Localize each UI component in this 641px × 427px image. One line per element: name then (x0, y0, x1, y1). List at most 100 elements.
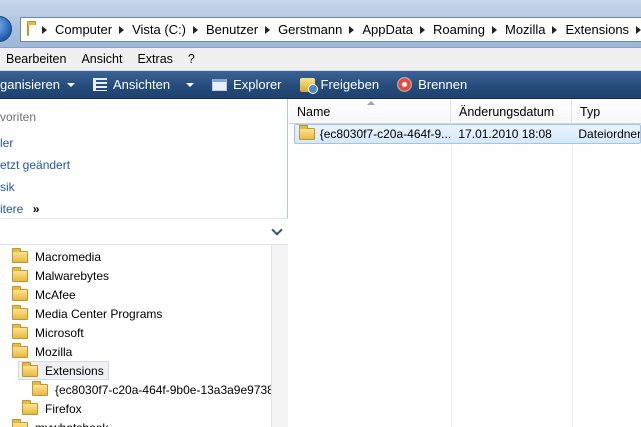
sort-arrow-icon (367, 101, 375, 105)
open-folder-icon (22, 361, 38, 377)
tree-item-label: Mozilla (35, 344, 73, 359)
command-bar: ganisieren Ansichten Explorer Freigeben … (0, 71, 641, 99)
tree-item-label: {ec8030f7-c20a-464f-9b0e-13a3a9e97384} (55, 382, 285, 397)
explorer-button[interactable]: Explorer (212, 77, 282, 92)
folder-icon (27, 20, 36, 36)
chevron-down-icon[interactable] (271, 224, 283, 236)
tree-item-label: mywhatshook (35, 421, 108, 427)
breadcrumb-arrow-icon[interactable] (119, 25, 125, 34)
tree-item-mozilla[interactable]: Mozilla (12, 342, 72, 361)
tree-item-macromedia[interactable]: Macromedia (12, 247, 101, 266)
tree-item-malwarebytes[interactable]: Malwarebytes (12, 266, 109, 285)
folder-icon (12, 247, 28, 263)
address-bar-area: Computer Vista (C:) Benutzer Gerstmann A… (0, 0, 641, 48)
column-header-date-label: Änderungsdatum (459, 104, 555, 119)
breadcrumb-computer[interactable]: Computer (55, 22, 112, 37)
column-header-type-label: Typ (580, 104, 601, 119)
file-name: {ec8030f7-c20a-464f-9... (319, 127, 451, 141)
menu-view[interactable]: Ansicht (81, 52, 122, 66)
breadcrumb-arrow-icon[interactable] (349, 25, 355, 34)
favorite-link-recent[interactable]: etzt geändert (0, 158, 70, 172)
folder-icon (12, 304, 28, 320)
share-icon (299, 77, 318, 94)
tree-item-mcafee[interactable]: McAfee (12, 285, 76, 304)
favorite-link-music[interactable]: sik (0, 180, 15, 194)
file-list-pane: Name Änderungsdatum Typ {ec8030f7-c20a-4… (289, 99, 641, 427)
explorer-icon (212, 78, 228, 91)
tree-item-label: Malwarebytes (35, 268, 110, 283)
tree-item-media-center[interactable]: Media Center Programs (12, 304, 162, 323)
share-button[interactable]: Freigeben (299, 77, 380, 94)
menu-help[interactable]: ? (188, 52, 195, 66)
more-chevron-icon: » (32, 202, 40, 216)
breadcrumb-arrow-icon[interactable] (492, 25, 497, 34)
breadcrumb-arrow-icon[interactable] (419, 25, 425, 34)
tree-item-mywhatshook[interactable]: mywhatshook (12, 418, 108, 427)
column-header-type[interactable]: Typ (572, 99, 641, 124)
navigation-pane: voriten ler etzt geändert sik itere » Ma… (0, 99, 288, 427)
tree-item-label: McAfee (35, 287, 76, 302)
back-button[interactable] (0, 16, 12, 42)
burn-label: Brennen (418, 77, 468, 92)
file-date: 17.01.2010 18:08 (458, 127, 552, 141)
favorite-link-documents[interactable]: ler (0, 136, 13, 150)
breadcrumb-arrow-icon[interactable] (636, 25, 641, 34)
tree-item-label: Extensions (45, 363, 104, 378)
tree-item-firefox[interactable]: Firefox (22, 399, 82, 418)
burn-button[interactable]: Brennen (397, 77, 467, 92)
address-field[interactable]: Computer Vista (C:) Benutzer Gerstmann A… (20, 17, 641, 42)
folder-icon (299, 125, 315, 140)
column-header-row: Name Änderungsdatum Typ (289, 99, 641, 124)
tree-item-label: Microsoft (35, 325, 84, 340)
file-type: Dateiordner (578, 127, 640, 141)
navigation-scrollbar[interactable] (271, 245, 288, 427)
breadcrumb-arrow-icon[interactable] (265, 25, 271, 34)
favorite-link-more[interactable]: itere » (0, 202, 39, 216)
column-divider (451, 124, 452, 427)
breadcrumb-arrow-icon[interactable] (193, 25, 199, 34)
tree-item-extensions[interactable]: Extensions (18, 361, 109, 380)
explorer-label: Explorer (233, 77, 282, 92)
breadcrumb-drive[interactable]: Vista (C:) (132, 22, 186, 37)
breadcrumb-arrow-icon[interactable] (552, 25, 558, 34)
folder-icon (12, 323, 28, 339)
folders-divider[interactable] (0, 218, 288, 245)
dropdown-arrow-icon (186, 82, 195, 87)
breadcrumb-user[interactable]: Gerstmann (278, 22, 342, 37)
menu-edit[interactable]: Bearbeiten (6, 52, 66, 66)
column-divider (572, 124, 573, 427)
tree-item-label: Firefox (45, 401, 82, 416)
tree-item-label: Media Center Programs (35, 306, 163, 321)
tree-item-label: Macromedia (35, 249, 102, 264)
views-button[interactable]: Ansichten (93, 77, 195, 92)
favorite-more-label: itere (0, 202, 24, 216)
organize-button[interactable]: ganisieren (0, 77, 75, 92)
column-header-name[interactable]: Name (289, 99, 451, 124)
column-header-name-label: Name (297, 104, 331, 119)
column-header-date[interactable]: Änderungsdatum (451, 99, 572, 124)
tree-item-microsoft[interactable]: Microsoft (12, 323, 84, 342)
share-label: Freigeben (320, 77, 380, 92)
file-row[interactable]: {ec8030f7-c20a-464f-9... 17.01.2010 18:0… (294, 124, 641, 144)
tree-item-extension-guid[interactable]: {ec8030f7-c20a-464f-9b0e-13a3a9e97384} (32, 380, 285, 399)
folder-icon (12, 342, 28, 358)
breadcrumb-arrow-icon[interactable] (42, 25, 47, 34)
folder-icon (32, 380, 48, 396)
folder-icon (12, 285, 28, 301)
breadcrumb-appdata[interactable]: AppData (362, 22, 413, 37)
favorites-header: voriten (0, 110, 37, 124)
burn-disc-icon (397, 77, 413, 92)
views-label: Ansichten (113, 77, 171, 92)
views-icon (93, 78, 107, 91)
breadcrumb-extensions[interactable]: Extensions (565, 22, 629, 37)
menu-tools[interactable]: Extras (137, 52, 172, 66)
breadcrumb-roaming[interactable]: Roaming (433, 22, 485, 37)
organize-label: ganisieren (0, 77, 60, 92)
breadcrumb-users[interactable]: Benutzer (206, 22, 258, 37)
folder-icon (12, 266, 28, 282)
breadcrumb-mozilla[interactable]: Mozilla (505, 22, 545, 37)
dropdown-arrow-icon (67, 82, 75, 87)
folder-icon (22, 399, 38, 415)
menu-bar: Bearbeiten Ansicht Extras ? (0, 48, 641, 71)
folder-icon (12, 418, 28, 427)
